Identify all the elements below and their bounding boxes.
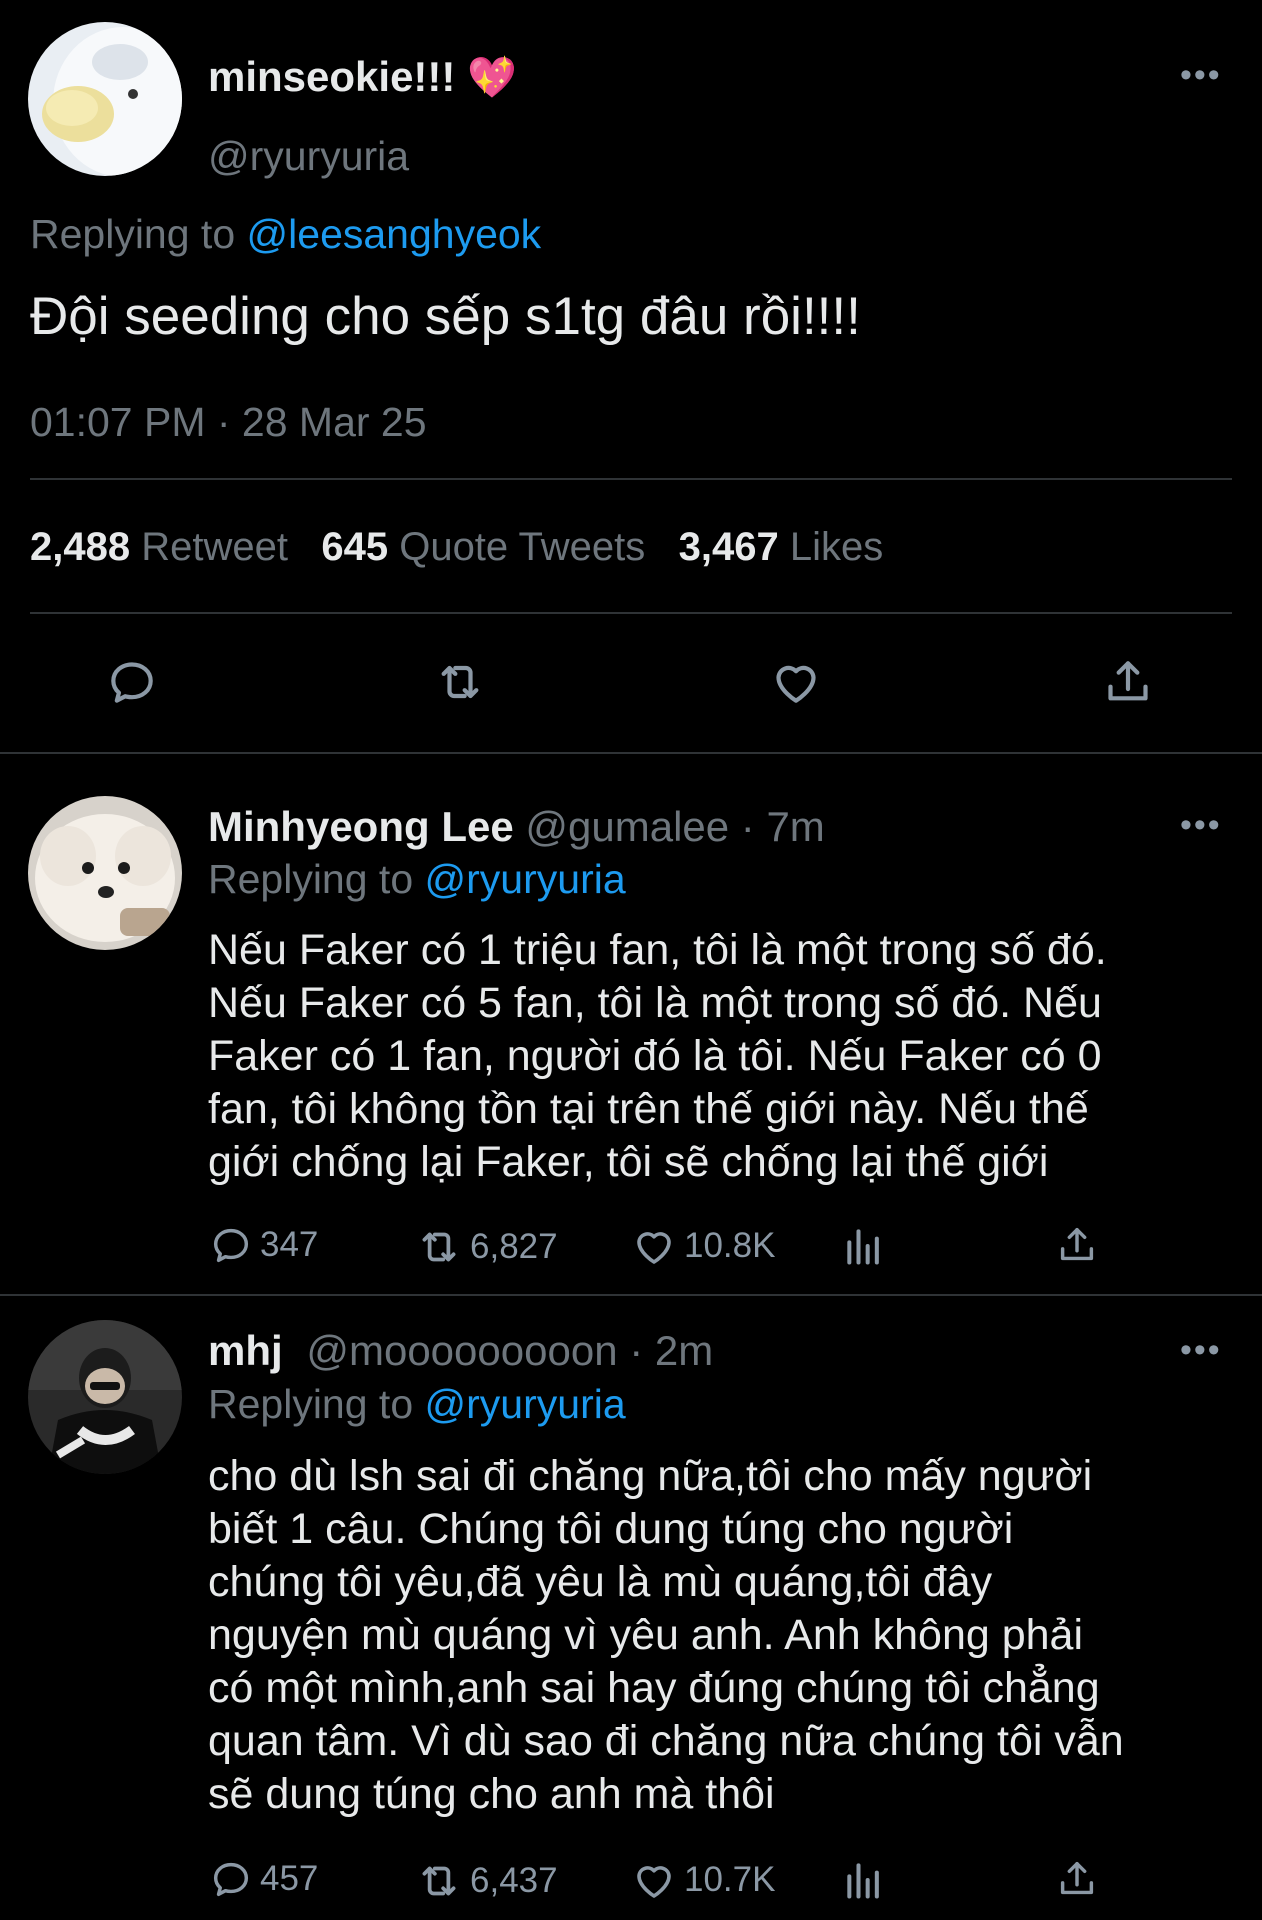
analytics-icon[interactable] bbox=[842, 1224, 886, 1273]
divider bbox=[0, 752, 1262, 754]
reply-count: 457 bbox=[260, 1859, 319, 1898]
reply-time[interactable]: · 7m bbox=[741, 803, 825, 850]
like-action[interactable]: 10.7K bbox=[630, 1856, 775, 1904]
like-count: 10.7K bbox=[684, 1860, 776, 1899]
more-icon[interactable]: ••• bbox=[1180, 1333, 1222, 1367]
divider bbox=[0, 1294, 1262, 1296]
retweet-icon bbox=[422, 1866, 456, 1896]
heart-icon bbox=[637, 1866, 671, 1898]
reply-actions: 457 6,437 10.7K bbox=[208, 1856, 1108, 1906]
main-tweet-text: Đội seeding cho sếp s1tg đâu rồi!!!! bbox=[30, 287, 861, 346]
reply-avatar[interactable] bbox=[28, 1320, 182, 1474]
reply-text: Nếu Faker có 1 triệu fan, tôi là một tro… bbox=[208, 926, 1107, 1186]
reply-actions: 347 6,827 10.8K bbox=[208, 1222, 1108, 1272]
heart-icon bbox=[637, 1232, 671, 1264]
reply-action[interactable]: 457 bbox=[208, 1856, 318, 1902]
reply-action[interactable]: 347 bbox=[208, 1222, 318, 1268]
like-count: 10.8K bbox=[684, 1226, 776, 1265]
replying-prefix: Replying to bbox=[30, 211, 236, 257]
analytics-icon[interactable] bbox=[842, 1858, 886, 1907]
reply-header: Minhyeong Lee @gumalee · 7m bbox=[208, 802, 825, 852]
reply-text: cho dù lsh sai đi chăng nữa,tôi cho mấy … bbox=[208, 1452, 1124, 1818]
display-name-text: minseokie!!! bbox=[208, 53, 456, 100]
reply-avatar[interactable] bbox=[28, 796, 182, 950]
reply-icon[interactable] bbox=[104, 654, 160, 715]
retweet-icon bbox=[422, 1232, 456, 1262]
divider bbox=[30, 478, 1232, 480]
reply-header: mhj @mooooooooon · 2m bbox=[208, 1326, 713, 1376]
reply-display-name[interactable]: mhj bbox=[208, 1327, 283, 1374]
replying-prefix: Replying to bbox=[208, 1381, 414, 1427]
like-action[interactable]: 10.8K bbox=[630, 1222, 775, 1270]
main-tweet-stats: 2,488 Retweet 645 Quote Tweets 3,467 Lik… bbox=[30, 523, 883, 571]
retweet-stat[interactable]: 2,488 Retweet bbox=[30, 525, 288, 569]
retweet-icon[interactable] bbox=[432, 654, 488, 715]
dog-avatar-image bbox=[28, 796, 182, 950]
retweet-action[interactable]: 6,437 bbox=[414, 1856, 558, 1906]
reply-replying-line: Replying to @ryuryuria bbox=[208, 855, 626, 903]
reply-count: 347 bbox=[260, 1225, 319, 1264]
replying-to-link[interactable]: @ryuryuria bbox=[425, 856, 626, 902]
main-tweet-display-name[interactable]: minseokie!!! 💖 bbox=[208, 52, 517, 103]
reply-display-name[interactable]: Minhyeong Lee bbox=[208, 803, 514, 850]
plush-avatar-image bbox=[28, 22, 182, 176]
main-tweet-timestamp[interactable]: 01:07 PM · 28 Mar 25 bbox=[30, 398, 427, 446]
retweet-count: 6,437 bbox=[470, 1861, 558, 1900]
reply-icon bbox=[213, 1862, 249, 1897]
divider bbox=[30, 612, 1232, 614]
main-tweet-avatar[interactable] bbox=[28, 22, 182, 176]
share-icon[interactable] bbox=[1100, 654, 1156, 715]
share-icon[interactable] bbox=[1054, 1856, 1100, 1907]
reply-handle[interactable]: @mooooooooon bbox=[306, 1327, 617, 1374]
reply-time[interactable]: · 2m bbox=[629, 1327, 713, 1374]
replying-prefix: Replying to bbox=[208, 856, 414, 902]
replying-to-link[interactable]: @leesanghyeok bbox=[247, 211, 542, 257]
more-icon[interactable]: ••• bbox=[1180, 58, 1222, 92]
person-avatar-image bbox=[28, 1320, 182, 1474]
retweet-action[interactable]: 6,827 bbox=[414, 1222, 558, 1272]
reply-icon bbox=[213, 1228, 249, 1263]
sparkling-heart-emoji: 💖 bbox=[467, 56, 517, 100]
main-tweet-handle[interactable]: @ryuryuria bbox=[208, 132, 409, 180]
more-icon[interactable]: ••• bbox=[1180, 808, 1222, 842]
heart-icon[interactable] bbox=[768, 654, 824, 715]
quote-tweets-stat[interactable]: 645 Quote Tweets bbox=[321, 525, 645, 569]
share-icon[interactable] bbox=[1054, 1222, 1100, 1273]
replying-to-link[interactable]: @ryuryuria bbox=[425, 1381, 626, 1427]
likes-stat[interactable]: 3,467 Likes bbox=[679, 525, 884, 569]
reply-handle[interactable]: @gumalee bbox=[525, 803, 729, 850]
reply-replying-line: Replying to @ryuryuria bbox=[208, 1380, 626, 1428]
main-tweet-replying-line: Replying to @leesanghyeok bbox=[30, 210, 541, 258]
retweet-count: 6,827 bbox=[470, 1227, 558, 1266]
